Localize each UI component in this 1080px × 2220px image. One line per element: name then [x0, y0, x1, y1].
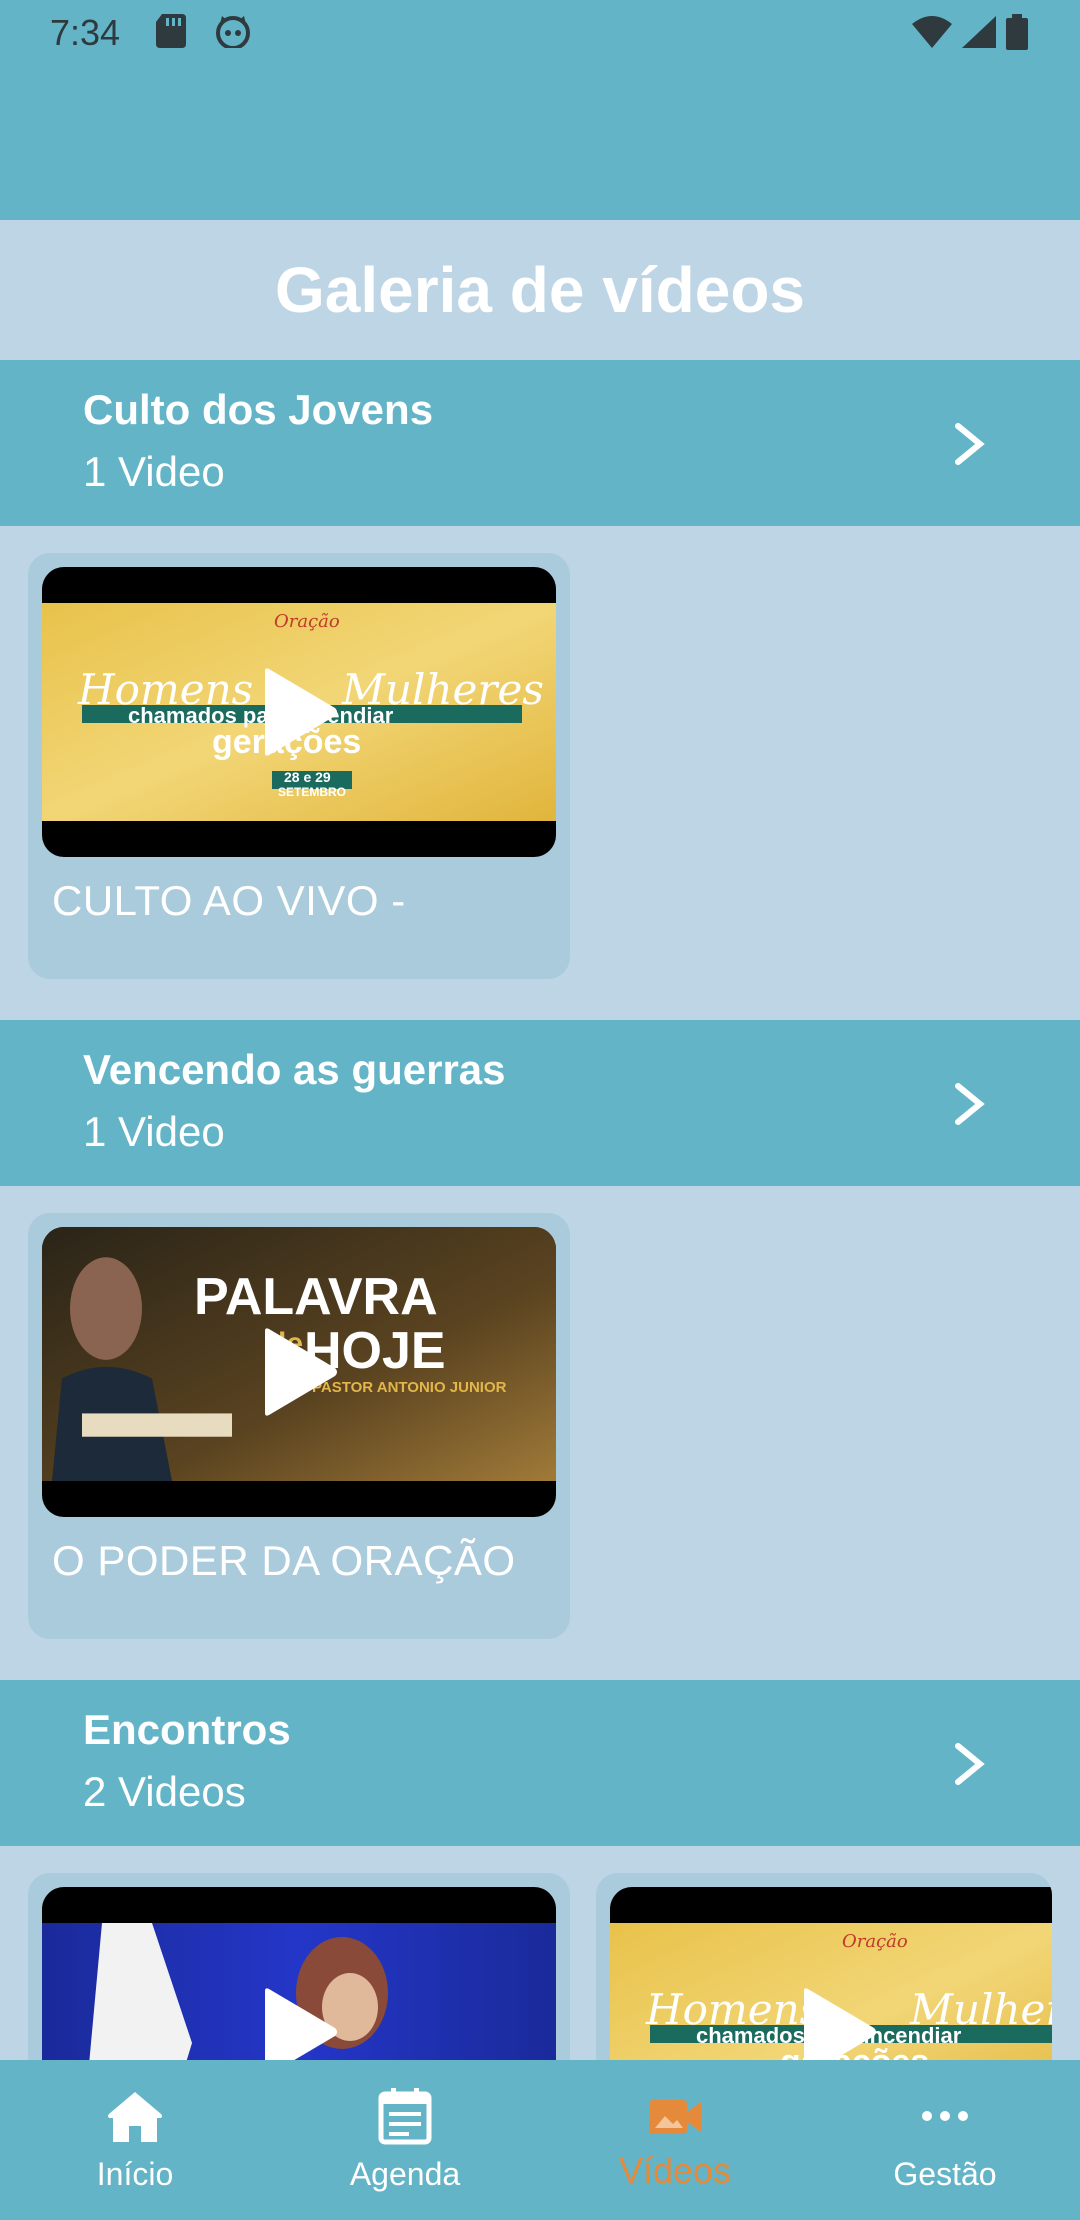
video-thumbnail[interactable]: Oração Homens Mulheres chamados para inc…: [42, 567, 556, 857]
video-title: CULTO AO VIVO -: [52, 877, 406, 924]
chevron-right-icon: [955, 423, 985, 465]
section-header-encontros[interactable]: Encontros 2 Videos: [0, 1680, 1080, 1846]
thumb-date: 28 e 29: [284, 769, 331, 785]
calendar-icon: [378, 2088, 432, 2145]
battery-icon: [1006, 14, 1028, 50]
play-icon[interactable]: [259, 1327, 339, 1417]
nav-item-videos[interactable]: Vídeos: [540, 2060, 810, 2220]
nav-item-gestao[interactable]: Gestão: [810, 2060, 1080, 2220]
nav-label: Gestão: [893, 2156, 997, 2192]
thumb-setembro: SETEMBRO: [278, 785, 347, 799]
chevron-right-icon: [955, 1083, 985, 1125]
section-count: 2 Videos: [83, 1768, 246, 1815]
nav-item-agenda[interactable]: Agenda: [270, 2060, 540, 2220]
bottom-navigation: Início Agenda Vídeos Gestão: [0, 2060, 1080, 2220]
play-icon[interactable]: [259, 667, 339, 757]
section-title: Culto dos Jovens: [83, 386, 434, 433]
section-count: 1 Video: [83, 448, 225, 495]
status-bar: 7:34: [0, 0, 1080, 66]
video-thumbnail[interactable]: PALAVRA de HOJE PASTOR ANTONIO JUNIOR: [42, 1227, 556, 1517]
app-bar: [0, 66, 1080, 220]
thumb-logo: Oração: [842, 1931, 908, 1952]
section-header-vencendo-as-guerras[interactable]: Vencendo as guerras 1 Video: [0, 1020, 1080, 1186]
thumb-palavra: PALAVRA: [194, 1268, 438, 1326]
video-title: O PODER DA ORAÇÃO: [52, 1537, 516, 1584]
section-title: Vencendo as guerras: [83, 1046, 506, 1093]
wifi-icon: [912, 16, 952, 48]
video-camera-icon: [649, 2100, 701, 2134]
nav-label: Início: [96, 2156, 174, 2192]
thumb-logo: Oração: [274, 611, 340, 632]
nav-label: Agenda: [349, 2156, 461, 2192]
video-card[interactable]: Oração Homens Mulheres chamados para inc…: [28, 553, 570, 979]
nav-label: Vídeos: [618, 2150, 732, 2191]
thumb-pastor: PASTOR ANTONIO JUNIOR: [312, 1379, 507, 1396]
chevron-right-icon: [955, 1743, 985, 1785]
more-dots-icon: [922, 2111, 968, 2121]
section-count: 1 Video: [83, 1108, 225, 1155]
video-card[interactable]: PALAVRA de HOJE PASTOR ANTONIO JUNIOR O …: [28, 1213, 570, 1639]
signal-icon: [962, 16, 996, 48]
nav-item-inicio[interactable]: Início: [0, 2060, 270, 2220]
section-header-culto-dos-jovens[interactable]: Culto dos Jovens 1 Video: [0, 360, 1080, 526]
cat-face-icon: [216, 16, 250, 48]
status-time: 7:34: [50, 12, 121, 53]
page-title: Galeria de vídeos: [274, 254, 806, 326]
home-icon: [108, 2092, 162, 2142]
section-title: Encontros: [83, 1706, 291, 1753]
sd-card-icon: [156, 14, 186, 48]
